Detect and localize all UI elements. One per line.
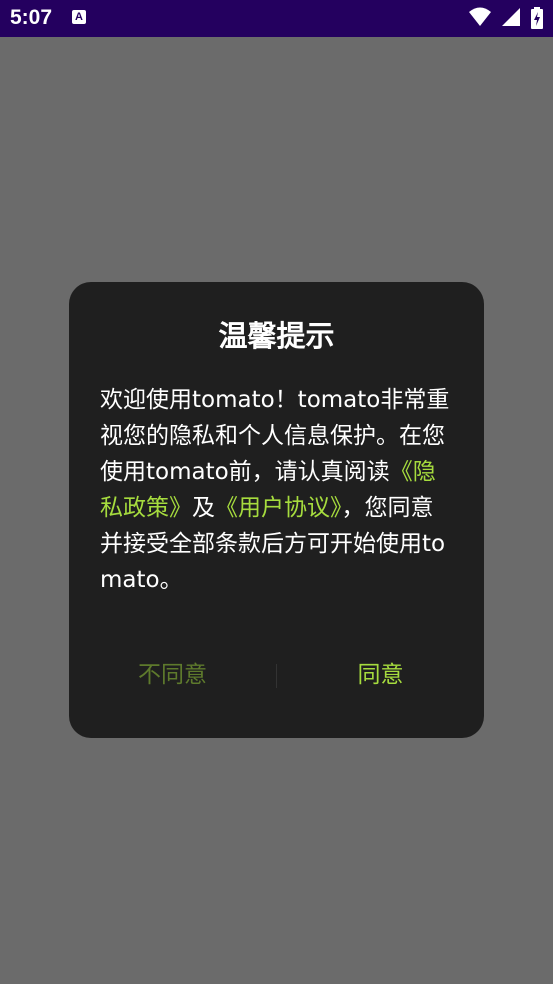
status-bar: 5:07 A: [0, 0, 553, 37]
user-agreement-link[interactable]: 《用户协议》: [215, 495, 342, 521]
wifi-icon: [468, 7, 491, 26]
signal-icon: [501, 8, 520, 26]
disagree-button[interactable]: 不同意: [69, 652, 276, 698]
app-notification-icon: A: [72, 10, 86, 24]
dialog-message: 欢迎使用tomato！tomato非常重视您的隐私和个人信息保护。在您使用tom…: [100, 382, 456, 598]
dialog-buttons: 不同意 同意: [69, 652, 484, 698]
message-and: 及: [192, 495, 215, 521]
battery-charging-icon: [531, 7, 543, 29]
dialog-title: 温馨提示: [218, 319, 335, 353]
status-time: 5:07: [10, 6, 53, 29]
system-icons: [463, 7, 543, 29]
agree-button[interactable]: 同意: [277, 652, 484, 698]
privacy-dialog: 温馨提示 欢迎使用tomato！tomato非常重视您的隐私和个人信息保护。在您…: [69, 282, 484, 738]
